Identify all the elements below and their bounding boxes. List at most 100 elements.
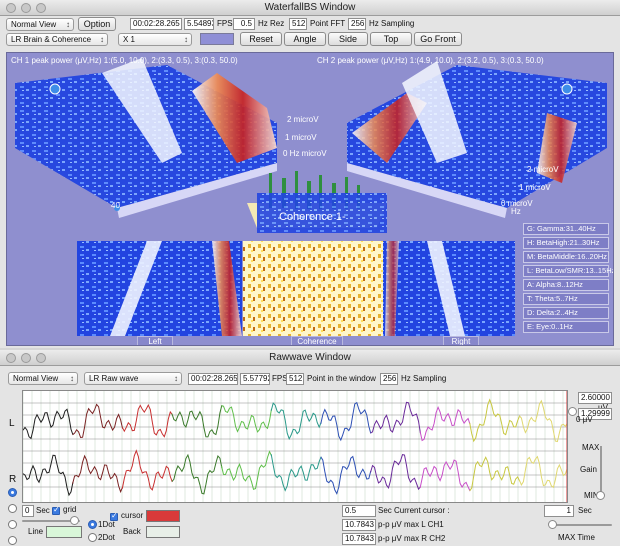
reset-button[interactable]: Reset xyxy=(240,32,282,46)
band-alpha: A: Alpha:8..12Hz xyxy=(523,279,609,291)
max-time-field[interactable]: 1 xyxy=(544,505,574,517)
channel-left-label: L xyxy=(9,418,15,429)
cursor-checkbox[interactable] xyxy=(110,511,118,521)
gain-label: Gain xyxy=(580,465,597,474)
line-label: Line xyxy=(28,527,44,536)
rawwave-titlebar: Rawwave Window xyxy=(0,350,620,366)
channel-right-label: R xyxy=(9,474,17,485)
cursor-label: cursor xyxy=(121,511,144,520)
ch2-pp-field: 10.7843 xyxy=(342,533,376,545)
current-cursor-field[interactable]: 0.5 xyxy=(342,505,376,517)
rawwave-sampling-field[interactable]: 256 xyxy=(380,373,398,385)
zoom-window-icon[interactable] xyxy=(36,3,46,13)
fft-field[interactable]: 512 xyxy=(289,18,307,30)
coherence-label: Coherence 1- xyxy=(279,211,346,223)
uv-zero-label: 0 μV xyxy=(576,415,593,424)
rawwave-plot[interactable] xyxy=(22,390,568,503)
side-button[interactable]: Side xyxy=(328,32,368,46)
rawwave-window-controls xyxy=(6,353,46,363)
gain-slider-track[interactable] xyxy=(600,446,602,494)
cursor-color-swatch[interactable] xyxy=(146,510,180,522)
waterfall-title: WaterfallBS Window xyxy=(264,2,356,13)
waterfall-window: WaterfallBS Window Normal View Option 00… xyxy=(0,0,620,348)
gain-slider-knob[interactable] xyxy=(596,491,605,500)
channel-right-radio[interactable] xyxy=(8,488,17,497)
band-gamma: G: Gamma:31..40Hz xyxy=(523,223,609,235)
rawwave-minimize-icon[interactable] xyxy=(21,353,31,363)
rawwave-mode-select[interactable]: LR Raw wave xyxy=(84,372,182,385)
rawwave-traces[interactable] xyxy=(23,391,568,503)
right-scale-2uv: 2 microV xyxy=(527,165,559,174)
right-scale-1uv: 1 microV xyxy=(519,183,551,192)
waterfall-titlebar: WaterfallBS Window xyxy=(0,0,620,16)
rawwave-zoom-icon[interactable] xyxy=(36,353,46,363)
waterfall-sampling-label: Hz Sampling xyxy=(369,19,415,28)
ch1-pp-field: 10.7843 xyxy=(342,519,376,531)
waterfall-view-select[interactable]: Normal View xyxy=(6,18,74,31)
rawwave-title: Rawwave Window xyxy=(269,352,351,363)
waterfall-fps-label: FPS xyxy=(217,19,233,28)
radio-option-2[interactable] xyxy=(8,504,17,513)
ch1-peak-header: CH 1 peak power (μV,Hz) 1:(5.0, 10.0), 2… xyxy=(11,56,238,65)
tick-40: 40 xyxy=(111,201,120,210)
angle-button[interactable]: Angle xyxy=(284,32,326,46)
tick-hz: Hz xyxy=(511,207,521,216)
band-beta-low: L: BetaLow/SMR:13..15Hz xyxy=(523,265,613,277)
ch1-pp-label: p-p μV max L CH1 xyxy=(378,520,444,529)
line-width-knob[interactable] xyxy=(70,516,79,525)
waterfall-3d-view[interactable]: CH 1 peak power (μV,Hz) 1:(5.0, 10.0), 2… xyxy=(6,52,614,346)
band-beta-high: H: BetaHigh:21..30Hz xyxy=(523,237,609,249)
window-controls xyxy=(6,3,46,13)
close-window-icon[interactable] xyxy=(6,3,16,13)
band-delta: D: Delta:2..4Hz xyxy=(523,307,609,319)
grid-label: grid xyxy=(63,505,77,514)
max-time-label: MAX Time xyxy=(558,533,595,542)
zoom-select[interactable]: X 1 xyxy=(118,33,192,46)
left-scale-2uv: 2 microV xyxy=(287,115,319,124)
color-swatch[interactable] xyxy=(200,33,234,45)
hz-rez-field[interactable]: 0.5 xyxy=(233,18,255,30)
option-button[interactable]: Option xyxy=(78,17,116,31)
points-label: Point in the window xyxy=(307,374,376,383)
sec-label: Sec xyxy=(36,506,50,515)
panel-label-coherence: Coherence xyxy=(291,336,343,345)
rawwave-close-icon[interactable] xyxy=(6,353,16,363)
back-color-swatch[interactable] xyxy=(146,526,180,538)
ch2-peak-header: CH 2 peak power (μV,Hz) 1:(4.9, 10.0), 2… xyxy=(317,56,544,65)
top-button[interactable]: Top xyxy=(370,32,412,46)
rawwave-view-select[interactable]: Normal View xyxy=(8,372,78,385)
waterfall-sampling-field[interactable]: 256 xyxy=(348,18,366,30)
left-scale-1uv: 1 microV xyxy=(285,133,317,142)
rawwave-sampling-label: Hz Sampling xyxy=(401,374,447,383)
minimize-window-icon[interactable] xyxy=(21,3,31,13)
sec-field[interactable]: 0 xyxy=(22,505,34,517)
dot2-label: 2Dot xyxy=(98,533,115,542)
band-beta-middle: M: BetaMiddle:16..20Hz xyxy=(523,251,609,263)
max-label: MAX xyxy=(582,443,600,452)
dot1-radio[interactable] xyxy=(88,520,97,529)
max-time-unit: Sec xyxy=(578,506,592,515)
line-color-swatch[interactable] xyxy=(46,526,82,538)
hz-rez-label: Hz Rez xyxy=(258,19,285,28)
band-eye: E: Eye:0..1Hz xyxy=(523,321,609,333)
max-time-knob[interactable] xyxy=(548,520,557,529)
current-cursor-label: Sec Current cursor : xyxy=(378,506,450,515)
waterfall-fps-field[interactable]: 5.54893 xyxy=(184,18,214,30)
panel-label-right: Right xyxy=(443,336,479,345)
dot2-radio[interactable] xyxy=(88,533,97,542)
radio-option-4[interactable] xyxy=(8,536,17,545)
left-scale-0uv: 0 Hz microV xyxy=(283,149,327,158)
points-field[interactable]: 512 xyxy=(286,373,304,385)
grid-checkbox[interactable] xyxy=(52,505,60,515)
brain-mode-select[interactable]: LR Brain & Coherence xyxy=(6,33,108,46)
waterfall-time-field[interactable]: 00:02:28.265 xyxy=(130,18,182,30)
max-time-track[interactable] xyxy=(552,524,612,526)
back-label: Back xyxy=(123,527,141,536)
radio-option-3[interactable] xyxy=(8,520,17,529)
go-front-button[interactable]: Go Front xyxy=(414,32,462,46)
band-theta: T: Theta:5..7Hz xyxy=(523,293,609,305)
rawwave-time-field[interactable]: 00:02:28.265 xyxy=(188,373,238,385)
fft-label: Point FFT xyxy=(310,19,346,28)
ch2-pp-label: p-p μV max R CH2 xyxy=(378,534,446,543)
rawwave-fps-field[interactable]: 5.57792 xyxy=(240,373,270,385)
